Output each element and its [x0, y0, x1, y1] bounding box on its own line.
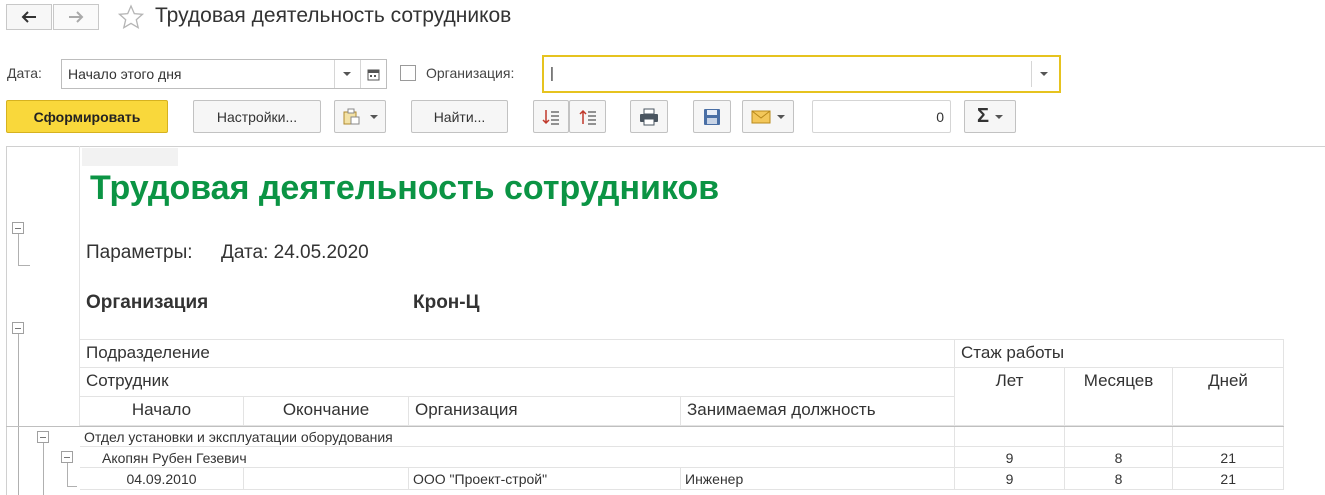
- chevron-down-icon: [995, 114, 1003, 119]
- header-end: Окончание: [244, 397, 409, 426]
- header-position: Занимаемая должность: [681, 397, 955, 426]
- organization-label: Организация:: [426, 65, 515, 81]
- collapse-icon[interactable]: [12, 222, 24, 234]
- header-department: Подразделение: [80, 340, 955, 368]
- record-organization: ООО "Проект-строй": [409, 468, 681, 490]
- report-left-border: [6, 146, 7, 495]
- table-cell: [1065, 427, 1173, 447]
- arrow-left-icon: [21, 11, 36, 23]
- send-email-button[interactable]: [742, 100, 794, 133]
- report-variant-icon: [343, 108, 360, 124]
- sigma-icon: Σ: [976, 105, 989, 127]
- expand-groups-button[interactable]: [533, 100, 569, 133]
- employee-years: 9: [955, 447, 1065, 468]
- table-row-employee: Акопян Рубен Гезевич: [80, 447, 955, 468]
- tree-line: [67, 463, 68, 486]
- collapse-icon[interactable]: [12, 322, 24, 334]
- report-top-border: [6, 146, 1325, 147]
- collapse-icon[interactable]: [37, 431, 49, 443]
- report-cell-marker: [82, 148, 178, 166]
- record-months: 8: [1065, 468, 1173, 490]
- window-title: Трудовая деятельность сотрудников: [155, 4, 512, 27]
- header-days: Дней: [1173, 368, 1284, 426]
- header-experience: Стаж работы: [955, 340, 1284, 368]
- floppy-disk-icon: [704, 108, 720, 125]
- back-button[interactable]: [6, 4, 52, 30]
- sum-value-field[interactable]: 0: [812, 100, 951, 133]
- printer-icon: [640, 108, 658, 125]
- calendar-button[interactable]: [360, 60, 385, 88]
- header-start: Начало: [80, 397, 244, 426]
- table-cell: [955, 427, 1065, 447]
- arrow-right-icon: [69, 11, 84, 23]
- collapse-groups-button[interactable]: [569, 100, 606, 133]
- calendar-icon: [367, 69, 379, 80]
- sort-descending-icon: [542, 109, 559, 125]
- header-employee: Сотрудник: [80, 368, 955, 397]
- forward-button[interactable]: [53, 4, 99, 30]
- date-field[interactable]: Начало этого дня: [61, 59, 387, 89]
- date-dropdown-button[interactable]: [334, 60, 359, 88]
- table-row-department: Отдел установки и эксплуатации оборудова…: [80, 427, 955, 447]
- employee-months: 8: [1065, 447, 1173, 468]
- envelope-icon: [751, 110, 771, 123]
- tree-line: [18, 265, 30, 266]
- date-label: Дата:: [7, 65, 42, 81]
- tree-line: [43, 443, 44, 495]
- find-button[interactable]: Найти...: [411, 100, 508, 133]
- record-years: 9: [955, 468, 1065, 490]
- organization-checkbox[interactable]: [400, 65, 416, 81]
- report-title: Трудовая деятельность сотрудников: [90, 169, 720, 207]
- chevron-down-icon: [370, 114, 378, 119]
- generate-button[interactable]: Сформировать: [6, 100, 168, 133]
- header-years: Лет: [955, 368, 1065, 426]
- star-icon[interactable]: [117, 4, 145, 30]
- record-days: 21: [1173, 468, 1284, 490]
- tree-line: [18, 234, 19, 265]
- collapse-icon[interactable]: [61, 451, 73, 463]
- chevron-down-icon: [1040, 72, 1048, 76]
- record-end: [244, 468, 409, 490]
- save-button[interactable]: [693, 100, 731, 133]
- record-start: 04.09.2010: [80, 468, 244, 490]
- params-label: Параметры:: [86, 242, 193, 263]
- employee-days: 21: [1173, 447, 1284, 468]
- date-value: Начало этого дня: [68, 66, 182, 82]
- header-months: Месяцев: [1065, 368, 1173, 426]
- print-button[interactable]: [630, 100, 668, 133]
- variants-button[interactable]: [334, 100, 386, 133]
- sum-button[interactable]: Σ: [964, 100, 1016, 133]
- record-position: Инженер: [681, 468, 955, 490]
- tree-line: [67, 486, 77, 487]
- settings-button[interactable]: Настройки...: [193, 100, 321, 133]
- chevron-down-icon: [777, 114, 785, 119]
- organization-dropdown-button[interactable]: [1031, 61, 1056, 87]
- chevron-down-icon: [343, 72, 351, 76]
- org-header-label: Организация: [86, 292, 209, 313]
- tree-line: [18, 334, 19, 495]
- org-header-value: Крон-Ц: [413, 292, 480, 313]
- sort-ascending-icon: [578, 109, 596, 125]
- organization-value: |: [550, 65, 554, 82]
- header-organization: Организация: [409, 397, 681, 426]
- table-cell: [1173, 427, 1284, 447]
- organization-field[interactable]: |: [542, 55, 1061, 93]
- params-value: Дата: 24.05.2020: [221, 242, 369, 263]
